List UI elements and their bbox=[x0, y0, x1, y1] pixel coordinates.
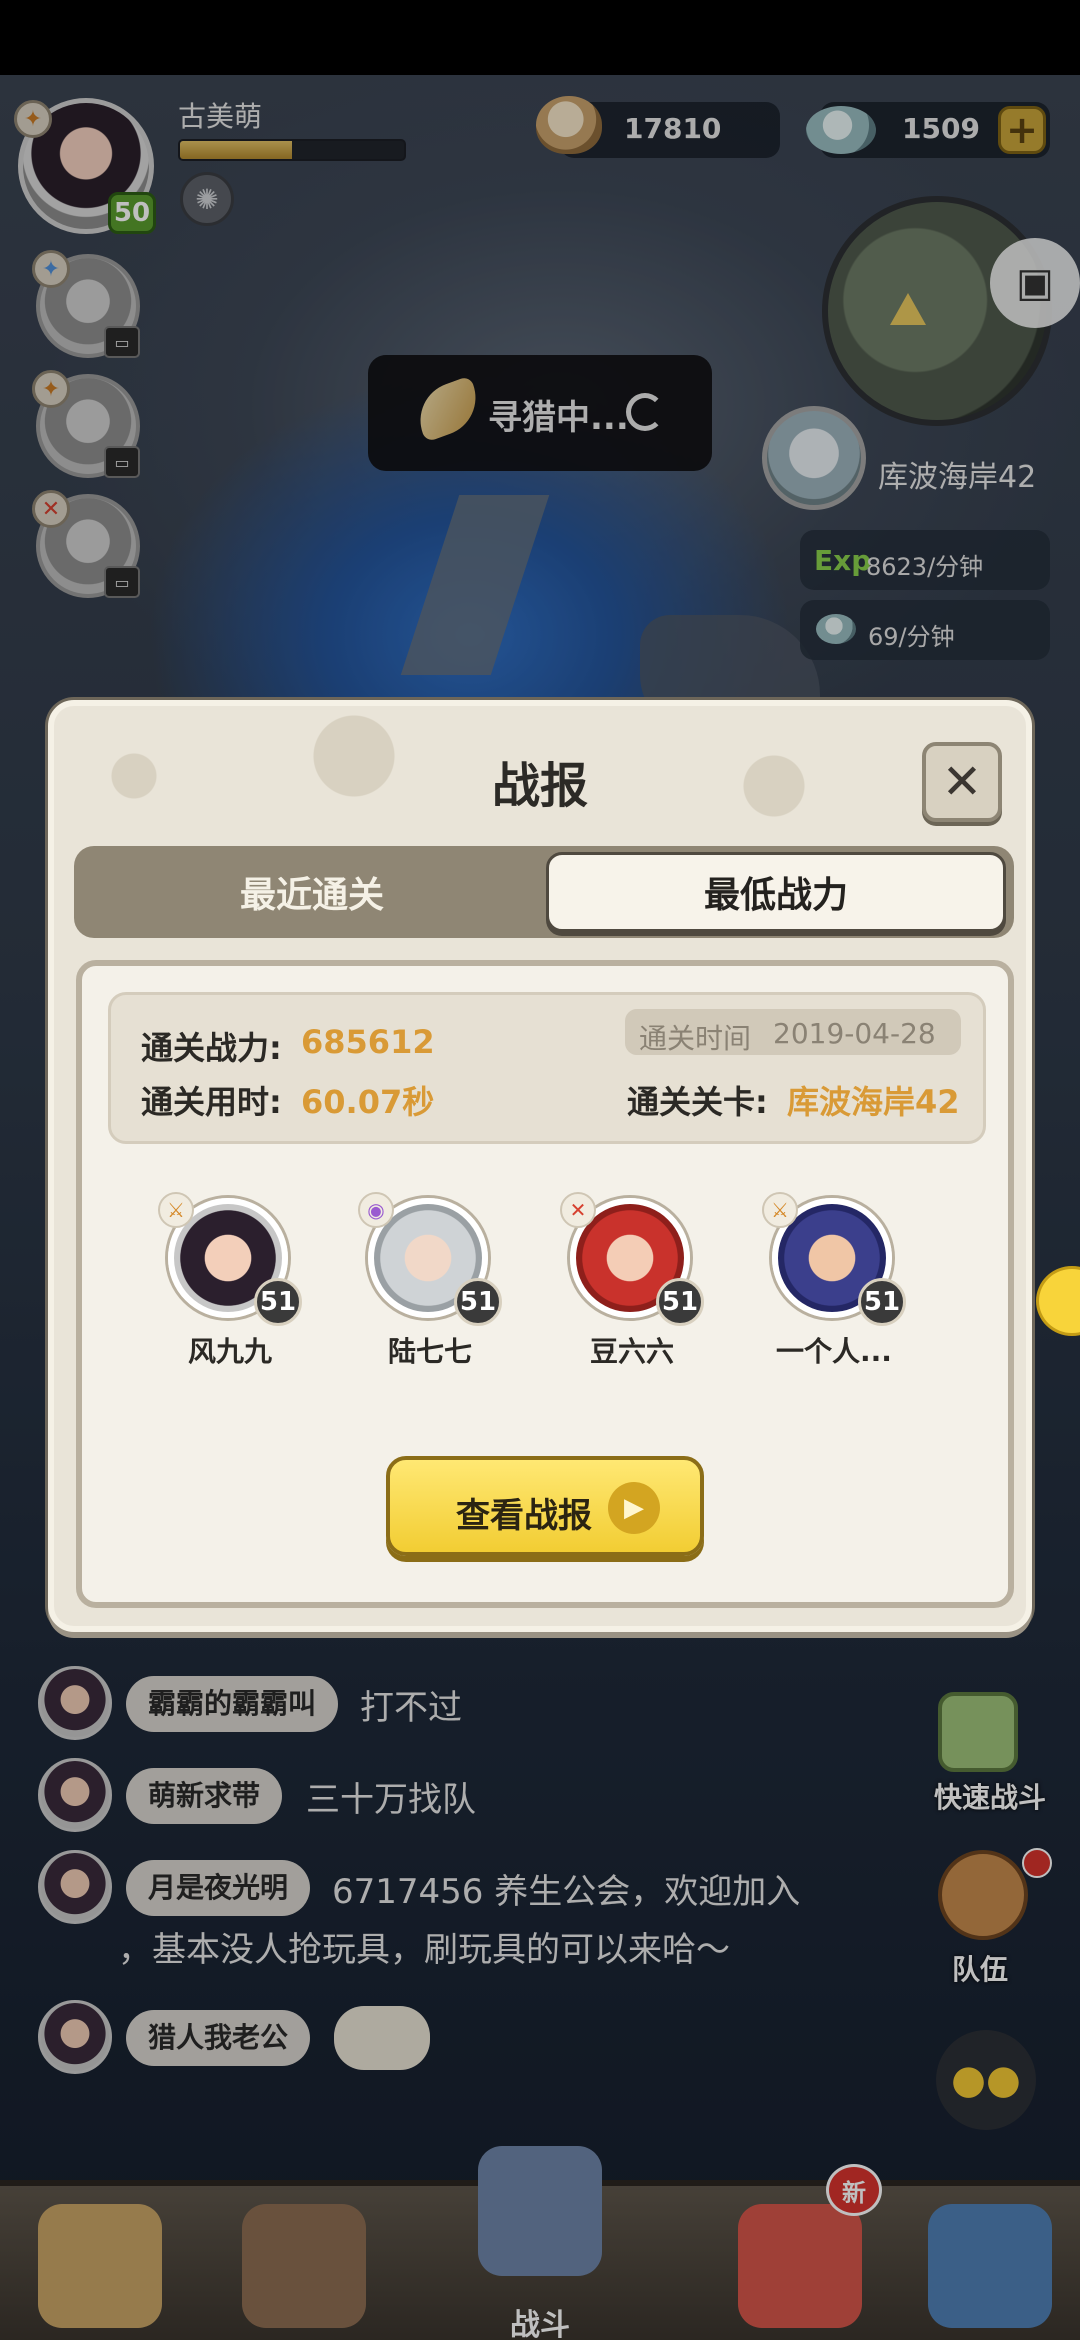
status-bar bbox=[0, 0, 1080, 75]
power-label: 通关战力: bbox=[141, 1029, 282, 1067]
warrior-class-icon: ⚔ bbox=[762, 1192, 798, 1228]
time-value: 60.07秒 bbox=[301, 1083, 435, 1121]
tab-recent-clear[interactable]: 最近通关 bbox=[82, 852, 542, 932]
battle-report-dialog: 战报 ✕ 最近通关 最低战力 通关战力: 685612 通关用时: 60.07秒… bbox=[48, 700, 1032, 1632]
date-value: 2019-04-28 bbox=[773, 1017, 936, 1050]
assassin-class-icon: ✕ bbox=[560, 1192, 596, 1228]
hero-level: 51 bbox=[254, 1278, 302, 1326]
stage-value: 库波海岸42 bbox=[787, 1083, 960, 1121]
hero-level: 51 bbox=[656, 1278, 704, 1326]
time-label: 通关用时: bbox=[141, 1083, 282, 1121]
hero-card[interactable]: ⚔ 51 风九九 bbox=[150, 1192, 310, 1378]
hero-name: 陆七七 bbox=[387, 1335, 472, 1368]
stage-label: 通关关卡: bbox=[627, 1083, 768, 1121]
power-value: 685612 bbox=[301, 1023, 435, 1061]
mage-class-icon: ◉ bbox=[358, 1192, 394, 1228]
tab-lowest-power[interactable]: 最低战力 bbox=[546, 852, 1006, 932]
hero-card[interactable]: ✕ 51 豆六六 bbox=[552, 1192, 712, 1378]
clear-date-pill: 通关时间 2019-04-28 bbox=[625, 1009, 961, 1055]
view-report-label: 查看战报 bbox=[456, 1496, 592, 1536]
hero-name: 一个人... bbox=[776, 1335, 892, 1368]
report-panel: 通关战力: 685612 通关用时: 60.07秒 通关时间 2019-04-2… bbox=[76, 960, 1014, 1608]
hero-card[interactable]: ◉ 51 陆七七 bbox=[350, 1192, 510, 1378]
view-report-button[interactable]: 查看战报 ▶ bbox=[386, 1456, 704, 1556]
play-icon: ▶ bbox=[608, 1482, 660, 1534]
hero-name: 豆六六 bbox=[589, 1335, 674, 1368]
hero-name: 风九九 bbox=[187, 1335, 272, 1368]
report-tabs: 最近通关 最低战力 bbox=[74, 846, 1014, 938]
dialog-title: 战报 bbox=[491, 758, 588, 814]
close-button[interactable]: ✕ bbox=[922, 742, 1002, 822]
hero-card[interactable]: ⚔ 51 一个人... bbox=[754, 1192, 914, 1378]
warrior-class-icon: ⚔ bbox=[158, 1192, 194, 1228]
clear-summary: 通关战力: 685612 通关用时: 60.07秒 通关时间 2019-04-2… bbox=[108, 992, 986, 1144]
emoji-icon bbox=[1036, 1266, 1080, 1336]
hero-level: 51 bbox=[858, 1278, 906, 1326]
date-label: 通关时间 bbox=[639, 1022, 752, 1055]
hero-level: 51 bbox=[454, 1278, 502, 1326]
